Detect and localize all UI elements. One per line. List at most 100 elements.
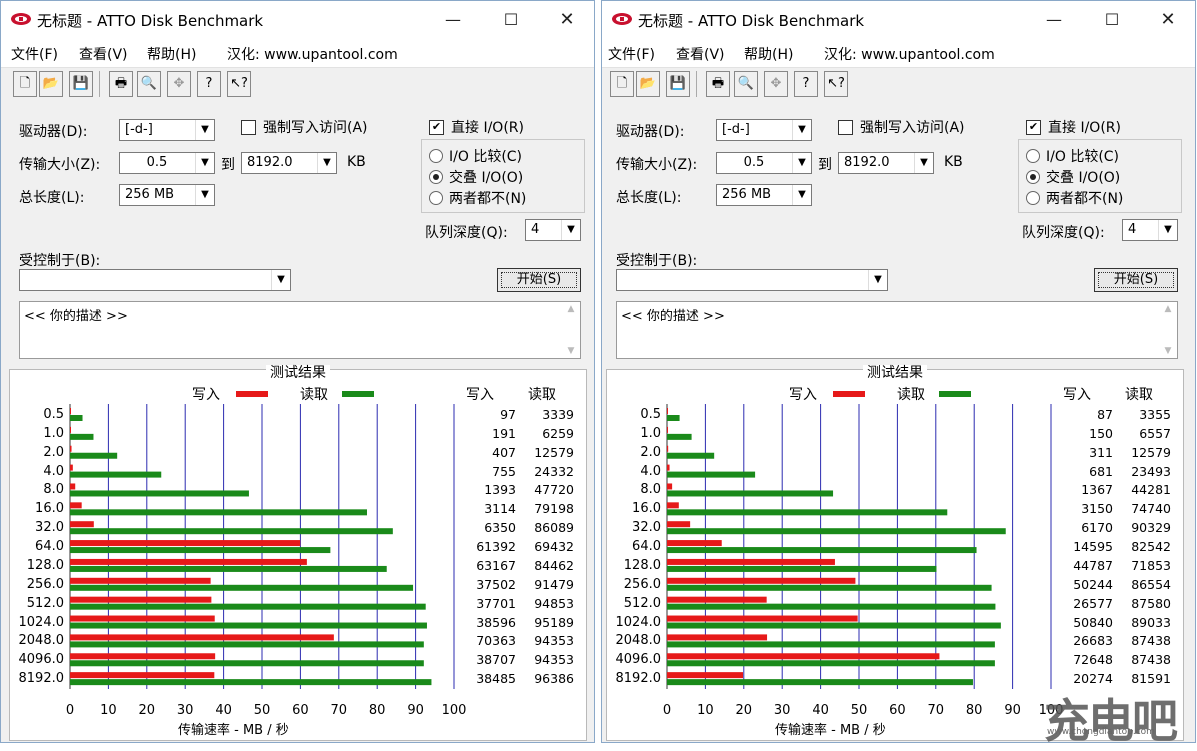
scrollbar[interactable]: ▲ ▼ bbox=[1161, 304, 1175, 356]
write-value-cell: 6350 bbox=[484, 520, 516, 536]
start-button[interactable]: 开始(S) bbox=[497, 268, 581, 292]
atto-app-icon bbox=[11, 13, 31, 25]
transfer-from-select[interactable]: 0.5 ▼ bbox=[716, 152, 812, 174]
queue-depth-value: 4 bbox=[1128, 222, 1137, 237]
write-bar bbox=[667, 596, 767, 603]
controlled-by-label: 受控制于(B): bbox=[616, 253, 698, 269]
force-write-checkbox[interactable] bbox=[241, 120, 256, 135]
x-tick-label: 60 bbox=[889, 703, 906, 718]
read-bar bbox=[667, 547, 977, 554]
write-value-cell: 38596 bbox=[476, 614, 516, 630]
description-textarea[interactable]: << 你的描述 >> ▲ ▼ bbox=[616, 301, 1178, 359]
menu-localization[interactable]: 汉化: www.upantool.com bbox=[227, 44, 398, 64]
close-button[interactable]: ✕ bbox=[544, 5, 590, 35]
move-icon[interactable]: ✥ bbox=[764, 71, 788, 97]
description-textarea[interactable]: << 你的描述 >> ▲ ▼ bbox=[19, 301, 581, 359]
settings-panel: 驱动器(D): [-d-] ▼ 强制写入访问(A) ✔ 直接 I/O(R) 传输… bbox=[9, 105, 587, 367]
force-write-checkbox[interactable] bbox=[838, 120, 853, 135]
radio-io-compare[interactable] bbox=[1026, 149, 1040, 163]
radio-io-compare[interactable] bbox=[429, 149, 443, 163]
save-icon[interactable]: 💾 bbox=[69, 71, 93, 97]
toolbar-separator bbox=[696, 71, 697, 97]
queue-depth-select[interactable]: 4 ▼ bbox=[1122, 219, 1178, 241]
radio-neither[interactable] bbox=[429, 191, 443, 205]
print-preview-icon[interactable]: 🔍 bbox=[137, 71, 161, 97]
scroll-up-icon[interactable]: ▲ bbox=[1161, 304, 1175, 314]
move-icon[interactable]: ✥ bbox=[167, 71, 191, 97]
menu-view[interactable]: 查看(V) bbox=[676, 44, 725, 64]
write-bar bbox=[667, 502, 679, 509]
menu-view[interactable]: 查看(V) bbox=[79, 44, 128, 64]
read-value-cell: 95189 bbox=[534, 614, 574, 630]
write-bar bbox=[667, 634, 768, 641]
write-value-cell: 1393 bbox=[484, 482, 516, 498]
total-length-select[interactable]: 256 MB ▼ bbox=[119, 184, 215, 206]
transfer-to-select[interactable]: 8192.0 ▼ bbox=[838, 152, 934, 174]
minimize-button[interactable]: — bbox=[1031, 5, 1077, 35]
y-tick-label: 1.0 bbox=[640, 425, 661, 441]
print-icon[interactable]: 🖶 bbox=[706, 71, 730, 97]
context-help-icon[interactable]: ↖? bbox=[227, 71, 251, 97]
transfer-to-value: 8192.0 bbox=[844, 155, 890, 170]
read-bar bbox=[667, 603, 996, 610]
title-bar[interactable]: 无标题 - ATTO Disk Benchmark — ☐ ✕ bbox=[1, 1, 594, 39]
transfer-from-select[interactable]: 0.5 ▼ bbox=[119, 152, 215, 174]
new-file-icon[interactable]: 🗋 bbox=[13, 71, 37, 97]
x-tick-label: 0 bbox=[65, 703, 75, 718]
results-panel: 测试结果 写入 读取 写入 读取 传输速率 - MB / 秒 0.5 97 3339… bbox=[9, 365, 587, 741]
radio-overlap-io[interactable] bbox=[1026, 170, 1040, 184]
read-value-cell: 82542 bbox=[1131, 539, 1171, 555]
y-tick-label: 16.0 bbox=[35, 501, 64, 517]
write-value-cell: 3150 bbox=[1081, 501, 1113, 517]
queue-depth-value: 4 bbox=[531, 222, 540, 237]
drive-select[interactable]: [-d-] ▼ bbox=[119, 119, 215, 141]
write-value-cell: 97 bbox=[500, 407, 516, 422]
write-bar bbox=[70, 426, 71, 433]
start-button[interactable]: 开始(S) bbox=[1094, 268, 1178, 292]
new-file-icon[interactable]: 🗋 bbox=[610, 71, 634, 97]
radio-overlap-io[interactable] bbox=[429, 170, 443, 184]
title-bar[interactable]: 无标题 - ATTO Disk Benchmark — ☐ ✕ bbox=[602, 1, 1195, 39]
scroll-down-icon[interactable]: ▼ bbox=[564, 346, 578, 356]
controlled-by-select[interactable]: ▼ bbox=[616, 269, 888, 291]
direct-io-checkbox[interactable]: ✔ bbox=[1026, 120, 1041, 135]
total-length-select[interactable]: 256 MB ▼ bbox=[716, 184, 812, 206]
save-icon[interactable]: 💾 bbox=[666, 71, 690, 97]
open-folder-icon[interactable]: 📂 bbox=[636, 71, 660, 97]
drive-select[interactable]: [-d-] ▼ bbox=[716, 119, 812, 141]
menu-help[interactable]: 帮助(H) bbox=[744, 44, 793, 64]
description-text: << 你的描述 >> bbox=[24, 309, 128, 324]
menu-localization[interactable]: 汉化: www.upantool.com bbox=[824, 44, 995, 64]
controlled-by-select[interactable]: ▼ bbox=[19, 269, 291, 291]
menu-help[interactable]: 帮助(H) bbox=[147, 44, 196, 64]
maximize-button[interactable]: ☐ bbox=[1089, 5, 1135, 35]
queue-depth-select[interactable]: 4 ▼ bbox=[525, 219, 581, 241]
scrollbar[interactable]: ▲ ▼ bbox=[564, 304, 578, 356]
maximize-button[interactable]: ☐ bbox=[488, 5, 534, 35]
print-icon[interactable]: 🖶 bbox=[109, 71, 133, 97]
context-help-icon[interactable]: ↖? bbox=[824, 71, 848, 97]
read-value-cell: 79198 bbox=[534, 501, 574, 517]
close-button[interactable]: ✕ bbox=[1145, 5, 1191, 35]
minimize-button[interactable]: — bbox=[430, 5, 476, 35]
write-bar bbox=[667, 672, 744, 679]
unit-label: KB bbox=[944, 154, 963, 170]
write-value-cell: 311 bbox=[1089, 444, 1113, 460]
write-bar bbox=[667, 483, 673, 490]
y-tick-label: 4096.0 bbox=[615, 652, 662, 668]
write-value-cell: 681 bbox=[1089, 463, 1113, 479]
scroll-down-icon[interactable]: ▼ bbox=[1161, 346, 1175, 356]
menu-file[interactable]: 文件(F) bbox=[11, 44, 58, 64]
radio-neither[interactable] bbox=[1026, 191, 1040, 205]
open-folder-icon[interactable]: 📂 bbox=[39, 71, 63, 97]
read-value-cell: 44281 bbox=[1131, 482, 1171, 498]
menu-file[interactable]: 文件(F) bbox=[608, 44, 655, 64]
direct-io-checkbox[interactable]: ✔ bbox=[429, 120, 444, 135]
print-preview-icon[interactable]: 🔍 bbox=[734, 71, 758, 97]
read-bar bbox=[70, 622, 427, 629]
transfer-size-label: 传输大小(Z): bbox=[19, 157, 101, 173]
help-icon[interactable]: ? bbox=[794, 71, 818, 97]
transfer-to-select[interactable]: 8192.0 ▼ bbox=[241, 152, 337, 174]
help-icon[interactable]: ? bbox=[197, 71, 221, 97]
scroll-up-icon[interactable]: ▲ bbox=[564, 304, 578, 314]
